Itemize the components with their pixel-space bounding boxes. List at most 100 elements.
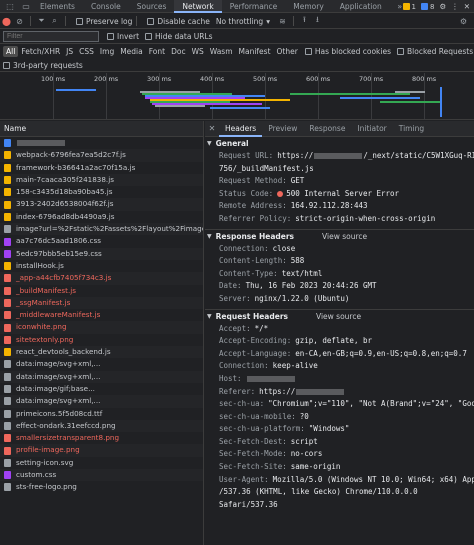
header-row: Connection: close: [205, 243, 474, 256]
checkbox-box[interactable]: [397, 48, 404, 55]
checkbox-box[interactable]: [107, 33, 114, 40]
tab-performance[interactable]: Performance: [222, 0, 286, 13]
request-row[interactable]: 158-c3435d18ba90ba45.js: [0, 186, 203, 198]
tab-network[interactable]: Network: [174, 0, 222, 13]
tab-response[interactable]: Response: [303, 121, 351, 137]
preserve-log-checkbox[interactable]: Preserve log: [76, 17, 132, 26]
tab-initiator[interactable]: Initiator: [351, 121, 392, 137]
type-fetch-xhr[interactable]: Fetch/XHR: [18, 46, 63, 57]
request-row[interactable]: profile-image.png: [0, 444, 203, 457]
type-manifest[interactable]: Manifest: [236, 46, 274, 57]
timeline-bar: [210, 107, 270, 109]
view-source-link[interactable]: View source: [316, 310, 361, 323]
request-url-value[interactable]: https:// /_next/static/C5W1XGuq-RILguQES3: [277, 150, 474, 163]
checkbox-box[interactable]: [147, 17, 155, 25]
request-row[interactable]: smallersizetransparent8.png: [0, 432, 203, 444]
request-row[interactable]: react_devtools_backend.js: [0, 346, 203, 359]
close-details-icon[interactable]: ✕: [205, 124, 219, 133]
checkbox-box[interactable]: [304, 48, 312, 55]
tab-sources[interactable]: Sources: [129, 0, 175, 13]
request-row[interactable]: webpack-6796fea7ea5d2c7f.js: [0, 149, 203, 162]
request-row[interactable]: _app-a44cfb7405f734c3.js: [0, 272, 203, 285]
checkbox-box[interactable]: [3, 61, 10, 69]
record-icon[interactable]: ⬤: [0, 15, 13, 28]
type-css[interactable]: CSS: [76, 46, 97, 57]
request-row[interactable]: sts-free-logo.png: [0, 481, 203, 493]
clear-icon[interactable]: ⊘: [13, 15, 26, 28]
view-source-link[interactable]: View source: [322, 230, 367, 243]
type-font[interactable]: Font: [146, 46, 168, 57]
invert-checkbox[interactable]: Invert: [107, 32, 139, 41]
general-section-header[interactable]: ▼ General: [205, 137, 474, 150]
response-headers-header[interactable]: ▼ Response Headers View source: [205, 230, 474, 243]
type-doc[interactable]: Doc: [168, 46, 189, 57]
network-settings-icon[interactable]: ⚙: [457, 15, 470, 28]
search-icon[interactable]: ⌕: [48, 15, 61, 28]
type-ws[interactable]: WS: [189, 46, 207, 57]
errors-badge[interactable]: 8: [421, 3, 434, 11]
request-row[interactable]: _buildManifest.js: [0, 285, 203, 297]
inspect-element-icon[interactable]: ⬚: [4, 0, 16, 12]
warnings-badge[interactable]: 1: [402, 3, 416, 11]
request-row[interactable]: custom.css: [0, 469, 203, 482]
tab-timing[interactable]: Timing: [393, 121, 430, 137]
request-row[interactable]: setting-icon.svg: [0, 457, 203, 469]
request-row[interactable]: 3913-2402d6538004f62f.js: [0, 198, 203, 211]
throttling-select[interactable]: No throttling ▾: [216, 17, 270, 26]
third-party-checkbox[interactable]: 3rd-party requests: [3, 61, 83, 70]
request-row[interactable]: main-7caaca305f241838.js: [0, 173, 203, 187]
request-row[interactable]: framework-b36641a2ac70f15a.js: [0, 162, 203, 174]
request-row[interactable]: effect-ondark.31eefccd.png: [0, 419, 203, 433]
header-key: Content-Length:: [219, 256, 287, 266]
settings-gear-icon[interactable]: ⚙: [439, 2, 446, 11]
type-img[interactable]: Img: [97, 46, 117, 57]
export-har-icon[interactable]: ⭳: [311, 15, 324, 28]
filter-input[interactable]: [3, 31, 99, 42]
tab-preview[interactable]: Preview: [262, 121, 303, 137]
header-value: Thu, 16 Feb 2023 20:44:26 GMT: [245, 281, 377, 291]
request-row[interactable]: primeicons.5f5d08cd.ttf: [0, 408, 203, 420]
checkbox-box[interactable]: [145, 33, 153, 40]
request-row[interactable]: data:image/svg+xml,...: [0, 370, 203, 383]
request-row[interactable]: [0, 137, 203, 149]
tab-headers[interactable]: Headers: [219, 121, 263, 137]
blocked-cookies-checkbox[interactable]: Has blocked cookies: [304, 47, 391, 56]
type-media[interactable]: Media: [117, 46, 146, 57]
divider: [136, 16, 138, 26]
name-column-header[interactable]: Name: [0, 121, 203, 137]
tab-elements[interactable]: Elements: [32, 0, 83, 13]
request-row[interactable]: _middlewareManifest.js: [0, 309, 203, 321]
img-file-icon: [4, 446, 11, 455]
tab-memory[interactable]: Memory: [285, 0, 332, 13]
tab-console[interactable]: Console: [83, 0, 129, 13]
import-har-icon[interactable]: ⭱: [298, 15, 311, 28]
request-headers-header[interactable]: ▼ Request Headers View source: [205, 310, 474, 323]
network-conditions-icon[interactable]: ≋: [276, 15, 289, 28]
hide-data-urls-checkbox[interactable]: Hide data URLs: [145, 32, 213, 41]
request-row[interactable]: _ssgManifest.js: [0, 296, 203, 310]
tab-application[interactable]: Application: [332, 0, 390, 13]
disable-cache-checkbox[interactable]: Disable cache: [147, 17, 210, 26]
request-row[interactable]: installHook.js: [0, 260, 203, 272]
close-devtools-icon[interactable]: ✕: [464, 2, 470, 11]
type-all[interactable]: All: [3, 46, 19, 57]
more-options-icon[interactable]: ⋮: [451, 2, 459, 11]
request-row[interactable]: data:image/gif;base...: [0, 383, 203, 395]
type-wasm[interactable]: Wasm: [207, 46, 236, 57]
request-row[interactable]: aa7c76dc5aad1806.css: [0, 235, 203, 247]
timeline-overview[interactable]: 100 ms 200 ms 300 ms 400 ms 500 ms 600 m…: [0, 73, 474, 120]
request-row[interactable]: iconwhite.png: [0, 321, 203, 334]
type-js[interactable]: JS: [63, 46, 76, 57]
request-row[interactable]: sitetextonly.png: [0, 334, 203, 346]
filter-icon[interactable]: ⏷: [35, 15, 48, 28]
request-row[interactable]: index-6796ad8db4490a9.js: [0, 211, 203, 223]
checkbox-box[interactable]: [76, 17, 83, 25]
request-row[interactable]: data:image/svg+xml,...: [0, 395, 203, 408]
blocked-requests-checkbox[interactable]: Blocked Requests: [397, 47, 473, 56]
device-toolbar-icon[interactable]: ▭: [20, 0, 32, 12]
js-file-icon: [4, 200, 11, 209]
request-row[interactable]: image?url=%2Fstatic%2Fassets%2Flayout%2F…: [0, 223, 203, 236]
request-row[interactable]: 5edc97bbb5eb15e9.css: [0, 247, 203, 260]
type-other[interactable]: Other: [274, 46, 301, 57]
request-row[interactable]: data:image/svg+xml,...: [0, 358, 203, 370]
